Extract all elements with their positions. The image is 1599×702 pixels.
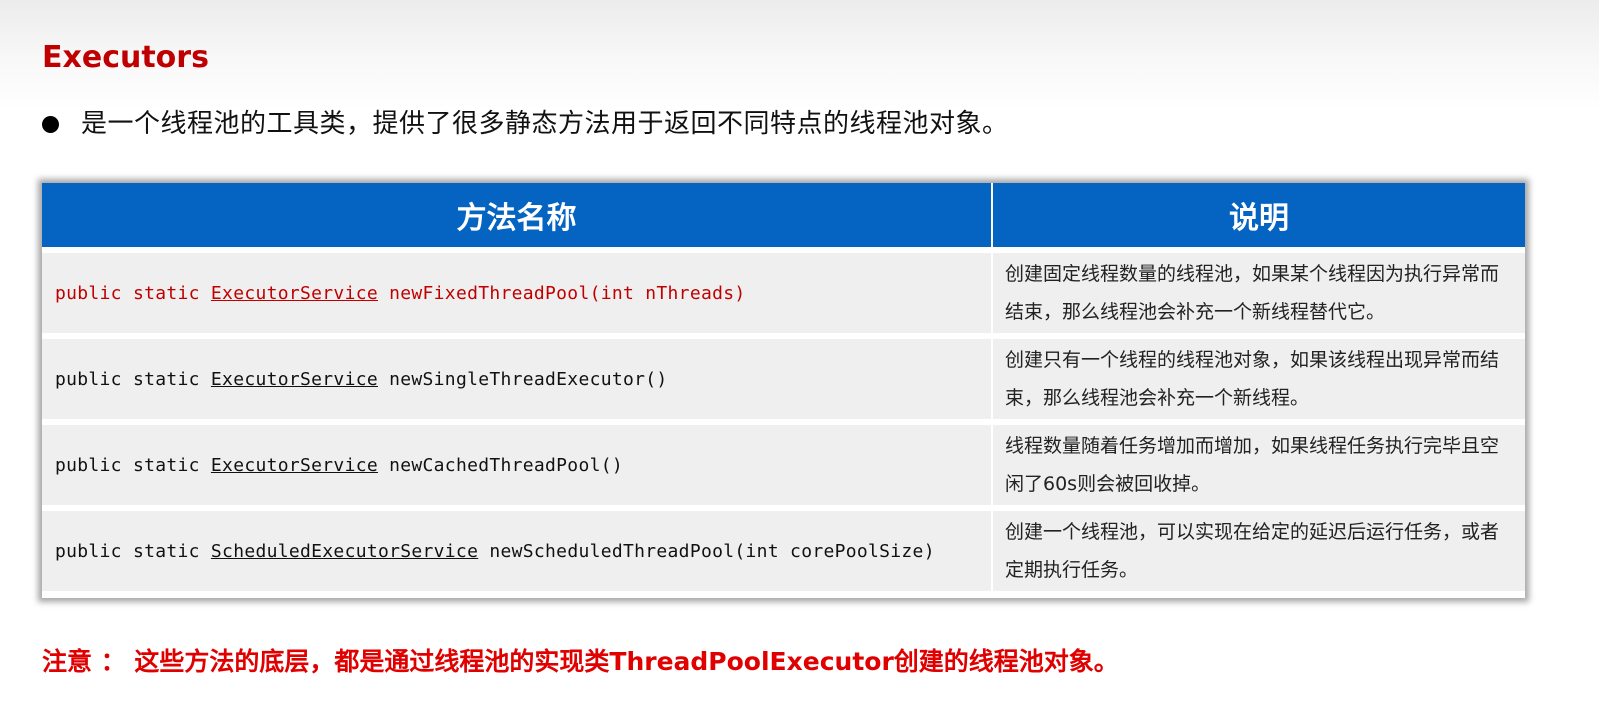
method-call: newCachedThreadPool() bbox=[377, 454, 623, 476]
method-call: newScheduledThreadPool(int corePoolSize) bbox=[478, 540, 935, 562]
bullet-item: 是一个线程池的工具类，提供了很多静态方法用于返回不同特点的线程池对象。 bbox=[42, 104, 1009, 144]
description-cell: 创建一个线程池，可以实现在给定的延迟后运行任务，或者定期执行任务。 bbox=[992, 505, 1525, 591]
table-row: public static ExecutorService newSingleT… bbox=[42, 333, 1525, 422]
description-cell: 创建只有一个线程的线程池对象，如果该线程出现异常而结束，那么线程池会补充一个新线… bbox=[992, 333, 1525, 422]
method-cell: public static ExecutorService newSingleT… bbox=[42, 333, 993, 422]
method-call: newFixedThreadPool(int nThreads) bbox=[377, 282, 746, 304]
return-type-link[interactable]: ExecutorService bbox=[211, 455, 378, 476]
method-description: 创建固定线程数量的线程池，如果某个线程因为执行异常而结束，那么线程池会补充一个新… bbox=[1005, 263, 1500, 323]
description-cell: 线程数量随着任务增加而增加，如果线程任务执行完毕且空闲了60s则会被回收掉。 bbox=[992, 419, 1525, 508]
methods-table: 方法名称 说明 public static ExecutorService ne… bbox=[42, 183, 1525, 598]
table-header-row: 方法名称 说明 bbox=[42, 183, 1525, 250]
bullet-dot-icon bbox=[42, 115, 59, 133]
method-prefix: public static bbox=[55, 282, 211, 304]
header-description: 说明 bbox=[992, 183, 1525, 250]
method-prefix: public static bbox=[55, 454, 211, 476]
table-row: public static ExecutorService newFixedTh… bbox=[42, 247, 1525, 336]
table-row: public static ExecutorService newCachedT… bbox=[42, 419, 1525, 508]
description-cell: 创建固定线程数量的线程池，如果某个线程因为执行异常而结束，那么线程池会补充一个新… bbox=[992, 247, 1525, 336]
bullet-text: 是一个线程池的工具类，提供了很多静态方法用于返回不同特点的线程池对象。 bbox=[81, 109, 1009, 139]
method-description: 线程数量随着任务增加而增加，如果线程任务执行完毕且空闲了60s则会被回收掉。 bbox=[1005, 435, 1500, 495]
return-type-link[interactable]: ExecutorService bbox=[211, 283, 378, 304]
method-signature: public static ScheduledExecutorService n… bbox=[42, 541, 991, 562]
method-signature: public static ExecutorService newFixedTh… bbox=[42, 283, 991, 304]
method-description: 创建只有一个线程的线程池对象，如果该线程出现异常而结束，那么线程池会补充一个新线… bbox=[1005, 349, 1500, 409]
table-row: public static ScheduledExecutorService n… bbox=[42, 505, 1525, 591]
method-prefix: public static bbox=[55, 540, 211, 562]
method-call: newSingleThreadExecutor() bbox=[377, 368, 668, 390]
method-cell: public static ExecutorService newFixedTh… bbox=[42, 247, 993, 336]
return-type-link[interactable]: ExecutorService bbox=[211, 369, 378, 390]
method-description: 创建一个线程池，可以实现在给定的延迟后运行任务，或者定期执行任务。 bbox=[1005, 521, 1500, 581]
method-prefix: public static bbox=[55, 368, 211, 390]
method-cell: public static ExecutorService newCachedT… bbox=[42, 419, 993, 508]
page-title: Executors bbox=[42, 40, 209, 75]
method-signature: public static ExecutorService newSingleT… bbox=[42, 369, 991, 390]
method-signature: public static ExecutorService newCachedT… bbox=[42, 455, 991, 476]
method-cell: public static ScheduledExecutorService n… bbox=[42, 505, 993, 591]
header-method-name: 方法名称 bbox=[42, 183, 993, 250]
note-text: 注意 ： 这些方法的底层，都是通过线程池的实现类ThreadPoolExecut… bbox=[42, 647, 1119, 676]
return-type-link[interactable]: ScheduledExecutorService bbox=[211, 541, 478, 562]
